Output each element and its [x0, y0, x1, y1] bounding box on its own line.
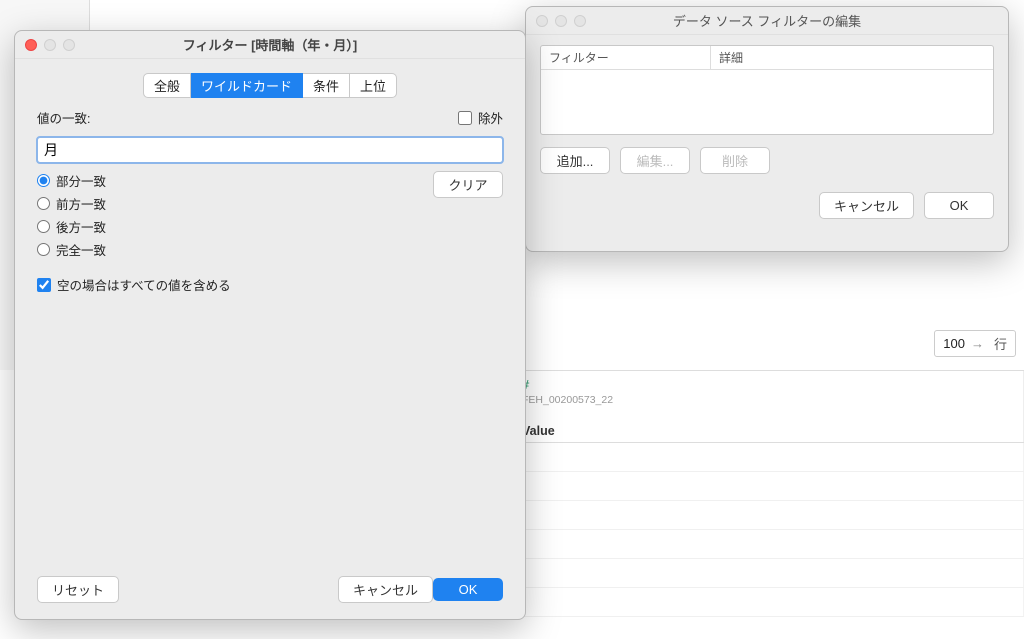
- close-icon[interactable]: [536, 15, 548, 27]
- match-label: 値の一致:: [37, 108, 90, 127]
- minimize-icon[interactable]: [555, 15, 567, 27]
- tab-wildcard[interactable]: ワイルドカード: [191, 73, 303, 98]
- dialog-title: データ ソース フィルターの編集: [673, 11, 861, 30]
- column-header-value[interactable]: Value: [522, 424, 1013, 438]
- close-icon[interactable]: [25, 39, 37, 51]
- filter-list[interactable]: フィルター 詳細: [540, 45, 994, 135]
- radio-ends[interactable]: 後方一致: [37, 217, 106, 236]
- edit-button: 編集...: [620, 147, 690, 174]
- include-all-checkbox[interactable]: [37, 278, 51, 292]
- tab-general[interactable]: 全般: [143, 73, 191, 98]
- minimize-icon[interactable]: [44, 39, 56, 51]
- clear-button[interactable]: クリア: [433, 171, 503, 198]
- datasource-filter-dialog: データ ソース フィルターの編集 フィルター 詳細 追加... 編集... 削除…: [525, 6, 1009, 252]
- dialog-titlebar[interactable]: フィルター [時間軸（年・月）]: [15, 31, 525, 59]
- row-count-selector[interactable]: 100 → 行: [934, 330, 1016, 357]
- ok-button[interactable]: OK: [924, 192, 994, 219]
- radio-contains[interactable]: 部分一致: [37, 171, 106, 190]
- ok-button[interactable]: OK: [433, 578, 503, 601]
- zoom-icon[interactable]: [574, 15, 586, 27]
- tab-condition[interactable]: 条件: [303, 73, 350, 98]
- cell-value: [512, 530, 1024, 558]
- filter-col-header: フィルター: [541, 46, 711, 69]
- cell-value: [512, 559, 1024, 587]
- cell-value: [512, 472, 1024, 500]
- exclude-toggle[interactable]: 除外: [458, 108, 503, 127]
- zoom-icon[interactable]: [63, 39, 75, 51]
- row-count-value: 100: [943, 336, 965, 351]
- cell-value: [512, 443, 1024, 471]
- arrow-right-icon: →: [971, 336, 984, 351]
- wildcard-filter-dialog: フィルター [時間軸（年・月）] 全般 ワイルドカード 条件 上位 値の一致: …: [14, 30, 526, 620]
- add-button[interactable]: 追加...: [540, 147, 610, 174]
- dialog-title: フィルター [時間軸（年・月）]: [183, 35, 358, 54]
- include-all-if-empty[interactable]: 空の場合はすべての値を含める: [37, 275, 503, 294]
- column-source: FEH_00200573_22: [522, 394, 1013, 406]
- reset-button[interactable]: リセット: [37, 576, 119, 603]
- cancel-button[interactable]: キャンセル: [819, 192, 914, 219]
- row-count-suffix: 行: [994, 334, 1007, 353]
- cell-value: [512, 501, 1024, 529]
- cancel-button[interactable]: キャンセル: [338, 576, 433, 603]
- radio-starts[interactable]: 前方一致: [37, 194, 106, 213]
- match-input[interactable]: [37, 137, 503, 163]
- remove-button: 削除: [700, 147, 770, 174]
- detail-col-header: 詳細: [711, 46, 993, 69]
- filter-tabs: 全般 ワイルドカード 条件 上位: [15, 73, 525, 98]
- cell-value: [512, 588, 1024, 616]
- radio-exact[interactable]: 完全一致: [37, 240, 106, 259]
- dialog-titlebar[interactable]: データ ソース フィルターの編集: [526, 7, 1008, 35]
- exclude-checkbox[interactable]: [458, 111, 472, 125]
- tab-top[interactable]: 上位: [350, 73, 397, 98]
